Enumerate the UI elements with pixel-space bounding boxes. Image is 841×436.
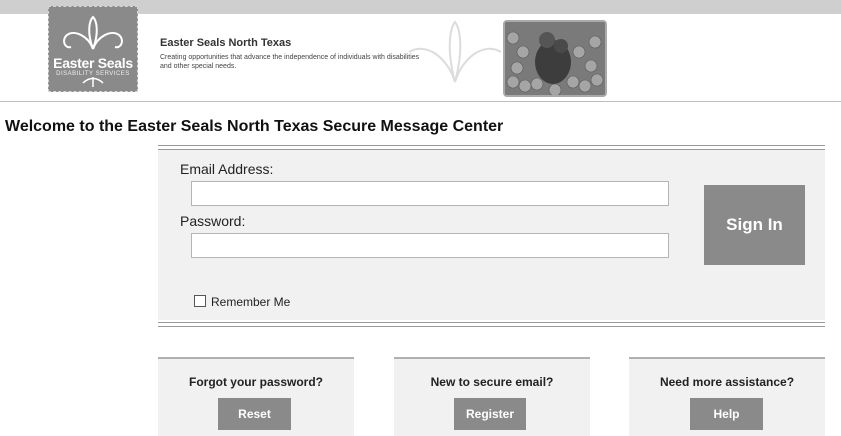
register-button[interactable]: Register	[454, 398, 526, 430]
logo-subtext: DISABILITY SERVICES	[56, 71, 130, 77]
panel-bottom-rule	[158, 322, 825, 327]
logo-text: Easter Seals	[53, 55, 133, 71]
help-button[interactable]: Help	[690, 398, 763, 430]
org-name: Easter Seals North Texas	[160, 37, 292, 49]
assistance-title: Need more assistance?	[659, 375, 795, 389]
forgot-password-card: Forgot your password? Reset	[158, 357, 354, 436]
login-form: Email Address: Password: Sign In Remembe…	[158, 150, 825, 320]
easter-seals-logo: Easter Seals DISABILITY SERVICES	[48, 6, 138, 92]
remember-me-label: Remember Me	[211, 295, 291, 309]
header-photo	[503, 20, 607, 97]
forgot-password-title: Forgot your password?	[188, 375, 323, 389]
password-field[interactable]	[191, 233, 669, 258]
site-header: Easter Seals DISABILITY SERVICES Easter …	[0, 0, 841, 102]
password-label: Password:	[180, 213, 246, 229]
remember-me-checkbox[interactable]	[194, 295, 206, 307]
page-title: Welcome to the Easter Seals North Texas …	[5, 118, 504, 135]
remember-me[interactable]: Remember Me	[194, 295, 290, 309]
new-user-card: New to secure email? Register	[394, 357, 590, 436]
reset-button[interactable]: Reset	[218, 398, 291, 430]
lily-icon	[63, 15, 123, 87]
assistance-card: Need more assistance? Help	[629, 357, 825, 436]
email-label: Email Address:	[180, 161, 274, 177]
org-tagline: Creating opportunities that advance the …	[160, 54, 420, 70]
watermark-lily-icon	[408, 20, 502, 83]
email-field[interactable]	[191, 181, 669, 206]
header-divider	[0, 101, 841, 102]
new-user-title: New to secure email?	[430, 375, 554, 389]
sign-in-button[interactable]: Sign In	[704, 185, 805, 265]
login-panel: Email Address: Password: Sign In Remembe…	[158, 145, 825, 327]
